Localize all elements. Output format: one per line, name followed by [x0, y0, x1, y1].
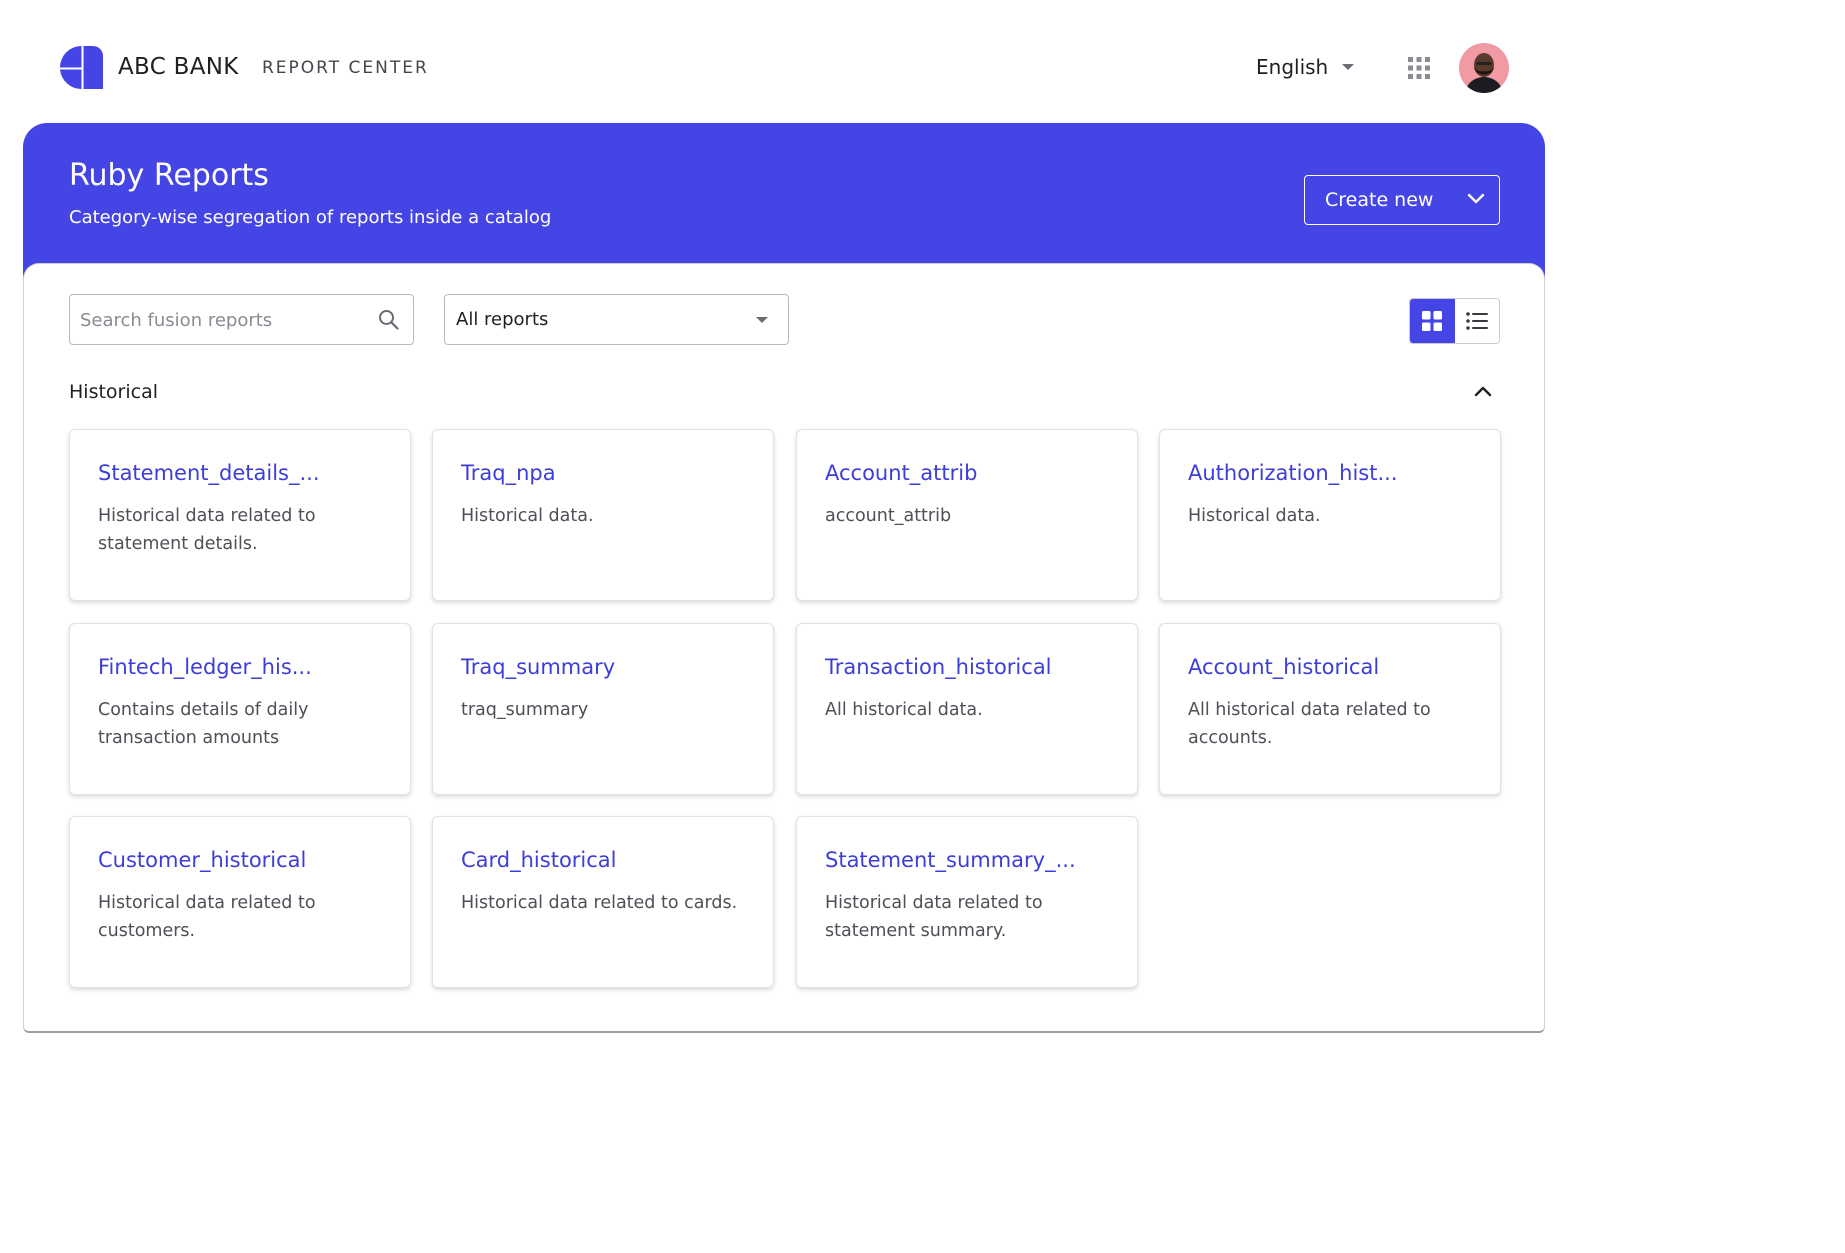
create-new-label: Create new: [1325, 189, 1434, 211]
language-selector[interactable]: English: [1256, 52, 1355, 82]
report-title[interactable]: Traq_npa: [461, 458, 745, 488]
top-bar: ABC BANK REPORT CENTER English: [0, 0, 1568, 122]
report-description: Historical data.: [461, 506, 594, 526]
user-portrait-icon: [1459, 43, 1509, 93]
brand-name: ABC BANK: [118, 54, 239, 80]
chevron-down-icon: [1467, 193, 1485, 204]
grid-view-icon: [1422, 311, 1443, 331]
report-description: All historical data.: [825, 700, 983, 720]
report-title[interactable]: Statement_details_...: [98, 458, 382, 488]
report-title[interactable]: Fintech_ledger_his...: [98, 652, 382, 682]
report-title[interactable]: Account_historical: [1188, 652, 1472, 682]
report-description: Historical data related to statement det…: [98, 506, 316, 554]
grid-view-button[interactable]: [1410, 299, 1455, 343]
report-catalog-panel: All reports Historical: [23, 263, 1545, 1033]
report-card[interactable]: Statement_summary_... Historical data re…: [796, 816, 1138, 988]
list-view-icon: [1465, 312, 1488, 330]
view-toggle: [1409, 298, 1500, 344]
language-label: English: [1256, 55, 1329, 79]
report-card[interactable]: Card_historical Historical data related …: [432, 816, 774, 988]
report-card[interactable]: Account_attrib account_attrib: [796, 429, 1138, 601]
list-view-button[interactable]: [1454, 299, 1499, 343]
report-card[interactable]: Authorization_hist... Historical data.: [1159, 429, 1501, 601]
search-box: [69, 294, 414, 345]
report-title[interactable]: Traq_summary: [461, 652, 745, 682]
report-filter-value: All reports: [456, 309, 549, 330]
report-description: traq_summary: [461, 700, 589, 720]
report-title[interactable]: Statement_summary_...: [825, 845, 1109, 875]
caret-down-icon: [1342, 64, 1355, 70]
report-title[interactable]: Authorization_hist...: [1188, 458, 1472, 488]
report-description: Historical data related to customers.: [98, 893, 316, 941]
report-description: account_attrib: [825, 506, 952, 526]
search-icon[interactable]: [378, 309, 399, 330]
report-card[interactable]: Statement_details_... Historical data re…: [69, 429, 411, 601]
app-name: REPORT CENTER: [262, 58, 429, 78]
caret-down-icon: [756, 317, 768, 323]
chevron-up-icon[interactable]: [1474, 384, 1492, 398]
report-filter-select[interactable]: All reports: [444, 294, 789, 345]
report-description: Contains details of daily transaction am…: [98, 700, 309, 748]
report-title[interactable]: Customer_historical: [98, 845, 382, 875]
page-subtitle: Category-wise segregation of reports ins…: [69, 207, 552, 228]
report-title[interactable]: Transaction_historical: [825, 652, 1109, 682]
report-description: Historical data related to cards.: [461, 893, 738, 913]
report-title[interactable]: Card_historical: [461, 845, 745, 875]
report-card[interactable]: Account_historical All historical data r…: [1159, 623, 1501, 795]
report-card[interactable]: Traq_summary traq_summary: [432, 623, 774, 795]
bank-logo-icon: [60, 46, 103, 89]
report-title[interactable]: Account_attrib: [825, 458, 1109, 488]
report-description: Historical data.: [1188, 506, 1321, 526]
app-grid-icon[interactable]: [1408, 57, 1430, 79]
report-card[interactable]: Traq_npa Historical data.: [432, 429, 774, 601]
search-input[interactable]: [80, 305, 360, 335]
user-avatar[interactable]: [1459, 43, 1509, 93]
section-title: Historical: [69, 381, 158, 403]
report-description: Historical data related to statement sum…: [825, 893, 1043, 941]
report-card[interactable]: Customer_historical Historical data rela…: [69, 816, 411, 988]
page-title: Ruby Reports: [69, 158, 269, 193]
report-card[interactable]: Fintech_ledger_his... Contains details o…: [69, 623, 411, 795]
create-new-button[interactable]: Create new: [1304, 175, 1500, 225]
report-description: All historical data related to accounts.: [1188, 700, 1431, 748]
report-card[interactable]: Transaction_historical All historical da…: [796, 623, 1138, 795]
